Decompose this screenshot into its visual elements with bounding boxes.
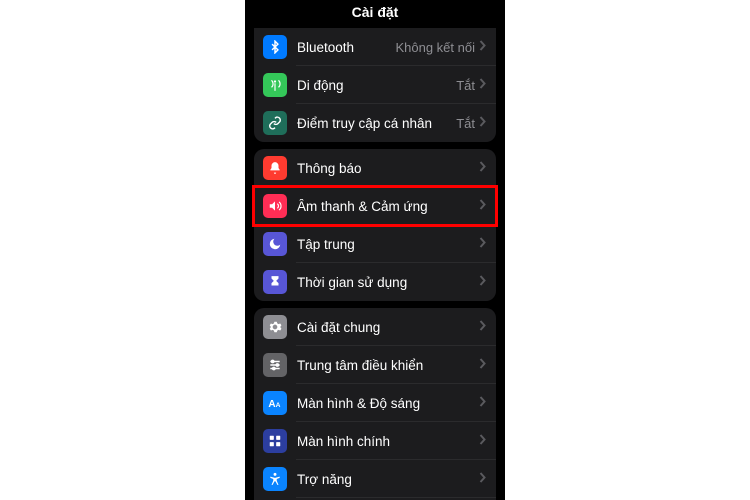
row-label: Tập trung xyxy=(297,237,479,252)
row-label: Cài đặt chung xyxy=(297,320,479,335)
row-label: Trợ năng xyxy=(297,472,479,487)
page-title: Cài đặt xyxy=(245,0,505,26)
chevron-right-icon xyxy=(479,356,486,374)
settings-row-sounds[interactable]: Âm thanh & Cảm ứng xyxy=(254,187,496,225)
settings-row-controlcenter[interactable]: Trung tâm điều khiển xyxy=(254,346,496,384)
settings-row-screentime[interactable]: Thời gian sử dụng xyxy=(254,263,496,301)
chevron-right-icon xyxy=(479,235,486,253)
row-label: Điểm truy cập cá nhân xyxy=(297,116,456,131)
link-icon xyxy=(263,111,287,135)
settings-group: Thông báo Âm thanh & Cảm ứng Tập trung Thời… xyxy=(254,149,496,301)
chevron-right-icon xyxy=(479,159,486,177)
chevron-right-icon xyxy=(479,197,486,215)
settings-row-homescreen[interactable]: Màn hình chính xyxy=(254,422,496,460)
settings-row-cellular[interactable]: Di độngTắt xyxy=(254,66,496,104)
row-label: Trung tâm điều khiển xyxy=(297,358,479,373)
chevron-right-icon xyxy=(479,38,486,56)
bluetooth-icon xyxy=(263,35,287,59)
row-label: Bluetooth xyxy=(297,40,395,55)
text-size-icon: AA xyxy=(263,391,287,415)
row-label: Thời gian sử dụng xyxy=(297,275,479,290)
settings-row-hotspot[interactable]: Điểm truy cập cá nhânTắt xyxy=(254,104,496,142)
gear-icon xyxy=(263,315,287,339)
antenna-icon xyxy=(263,73,287,97)
chevron-right-icon xyxy=(479,76,486,94)
svg-text:A: A xyxy=(276,402,281,409)
row-label: Âm thanh & Cảm ứng xyxy=(297,199,479,214)
grid-icon xyxy=(263,429,287,453)
settings-group: Cài đặt chung Trung tâm điều khiển AA Màn h… xyxy=(254,308,496,500)
row-label: Màn hình & Độ sáng xyxy=(297,396,479,411)
chevron-right-icon xyxy=(479,470,486,488)
chevron-right-icon xyxy=(479,273,486,291)
chevron-right-icon xyxy=(479,318,486,336)
row-label: Di động xyxy=(297,78,456,93)
chevron-right-icon xyxy=(479,394,486,412)
settings-row-general[interactable]: Cài đặt chung xyxy=(254,308,496,346)
settings-group: BluetoothKhông kết nốiDi độngTắtĐiểm tru… xyxy=(254,28,496,142)
svg-text:A: A xyxy=(268,399,275,410)
settings-row-accessibility[interactable]: Trợ năng xyxy=(254,460,496,498)
row-value: Tắt xyxy=(456,78,475,93)
accessibility-icon xyxy=(263,467,287,491)
hourglass-icon xyxy=(263,270,287,294)
settings-row-focus[interactable]: Tập trung xyxy=(254,225,496,263)
chevron-right-icon xyxy=(479,432,486,450)
settings-row-display[interactable]: AA Màn hình & Độ sáng xyxy=(254,384,496,422)
settings-screen: Cài đặt BluetoothKhông kết nốiDi độngTắt… xyxy=(245,0,505,500)
sliders-icon xyxy=(263,353,287,377)
row-value: Tắt xyxy=(456,116,475,131)
row-value: Không kết nối xyxy=(395,40,475,55)
settings-row-bluetooth[interactable]: BluetoothKhông kết nối xyxy=(254,28,496,66)
settings-row-notifications[interactable]: Thông báo xyxy=(254,149,496,187)
row-label: Màn hình chính xyxy=(297,434,479,449)
moon-icon xyxy=(263,232,287,256)
chevron-right-icon xyxy=(479,114,486,132)
bell-icon xyxy=(263,156,287,180)
speaker-icon xyxy=(263,194,287,218)
row-label: Thông báo xyxy=(297,161,479,176)
